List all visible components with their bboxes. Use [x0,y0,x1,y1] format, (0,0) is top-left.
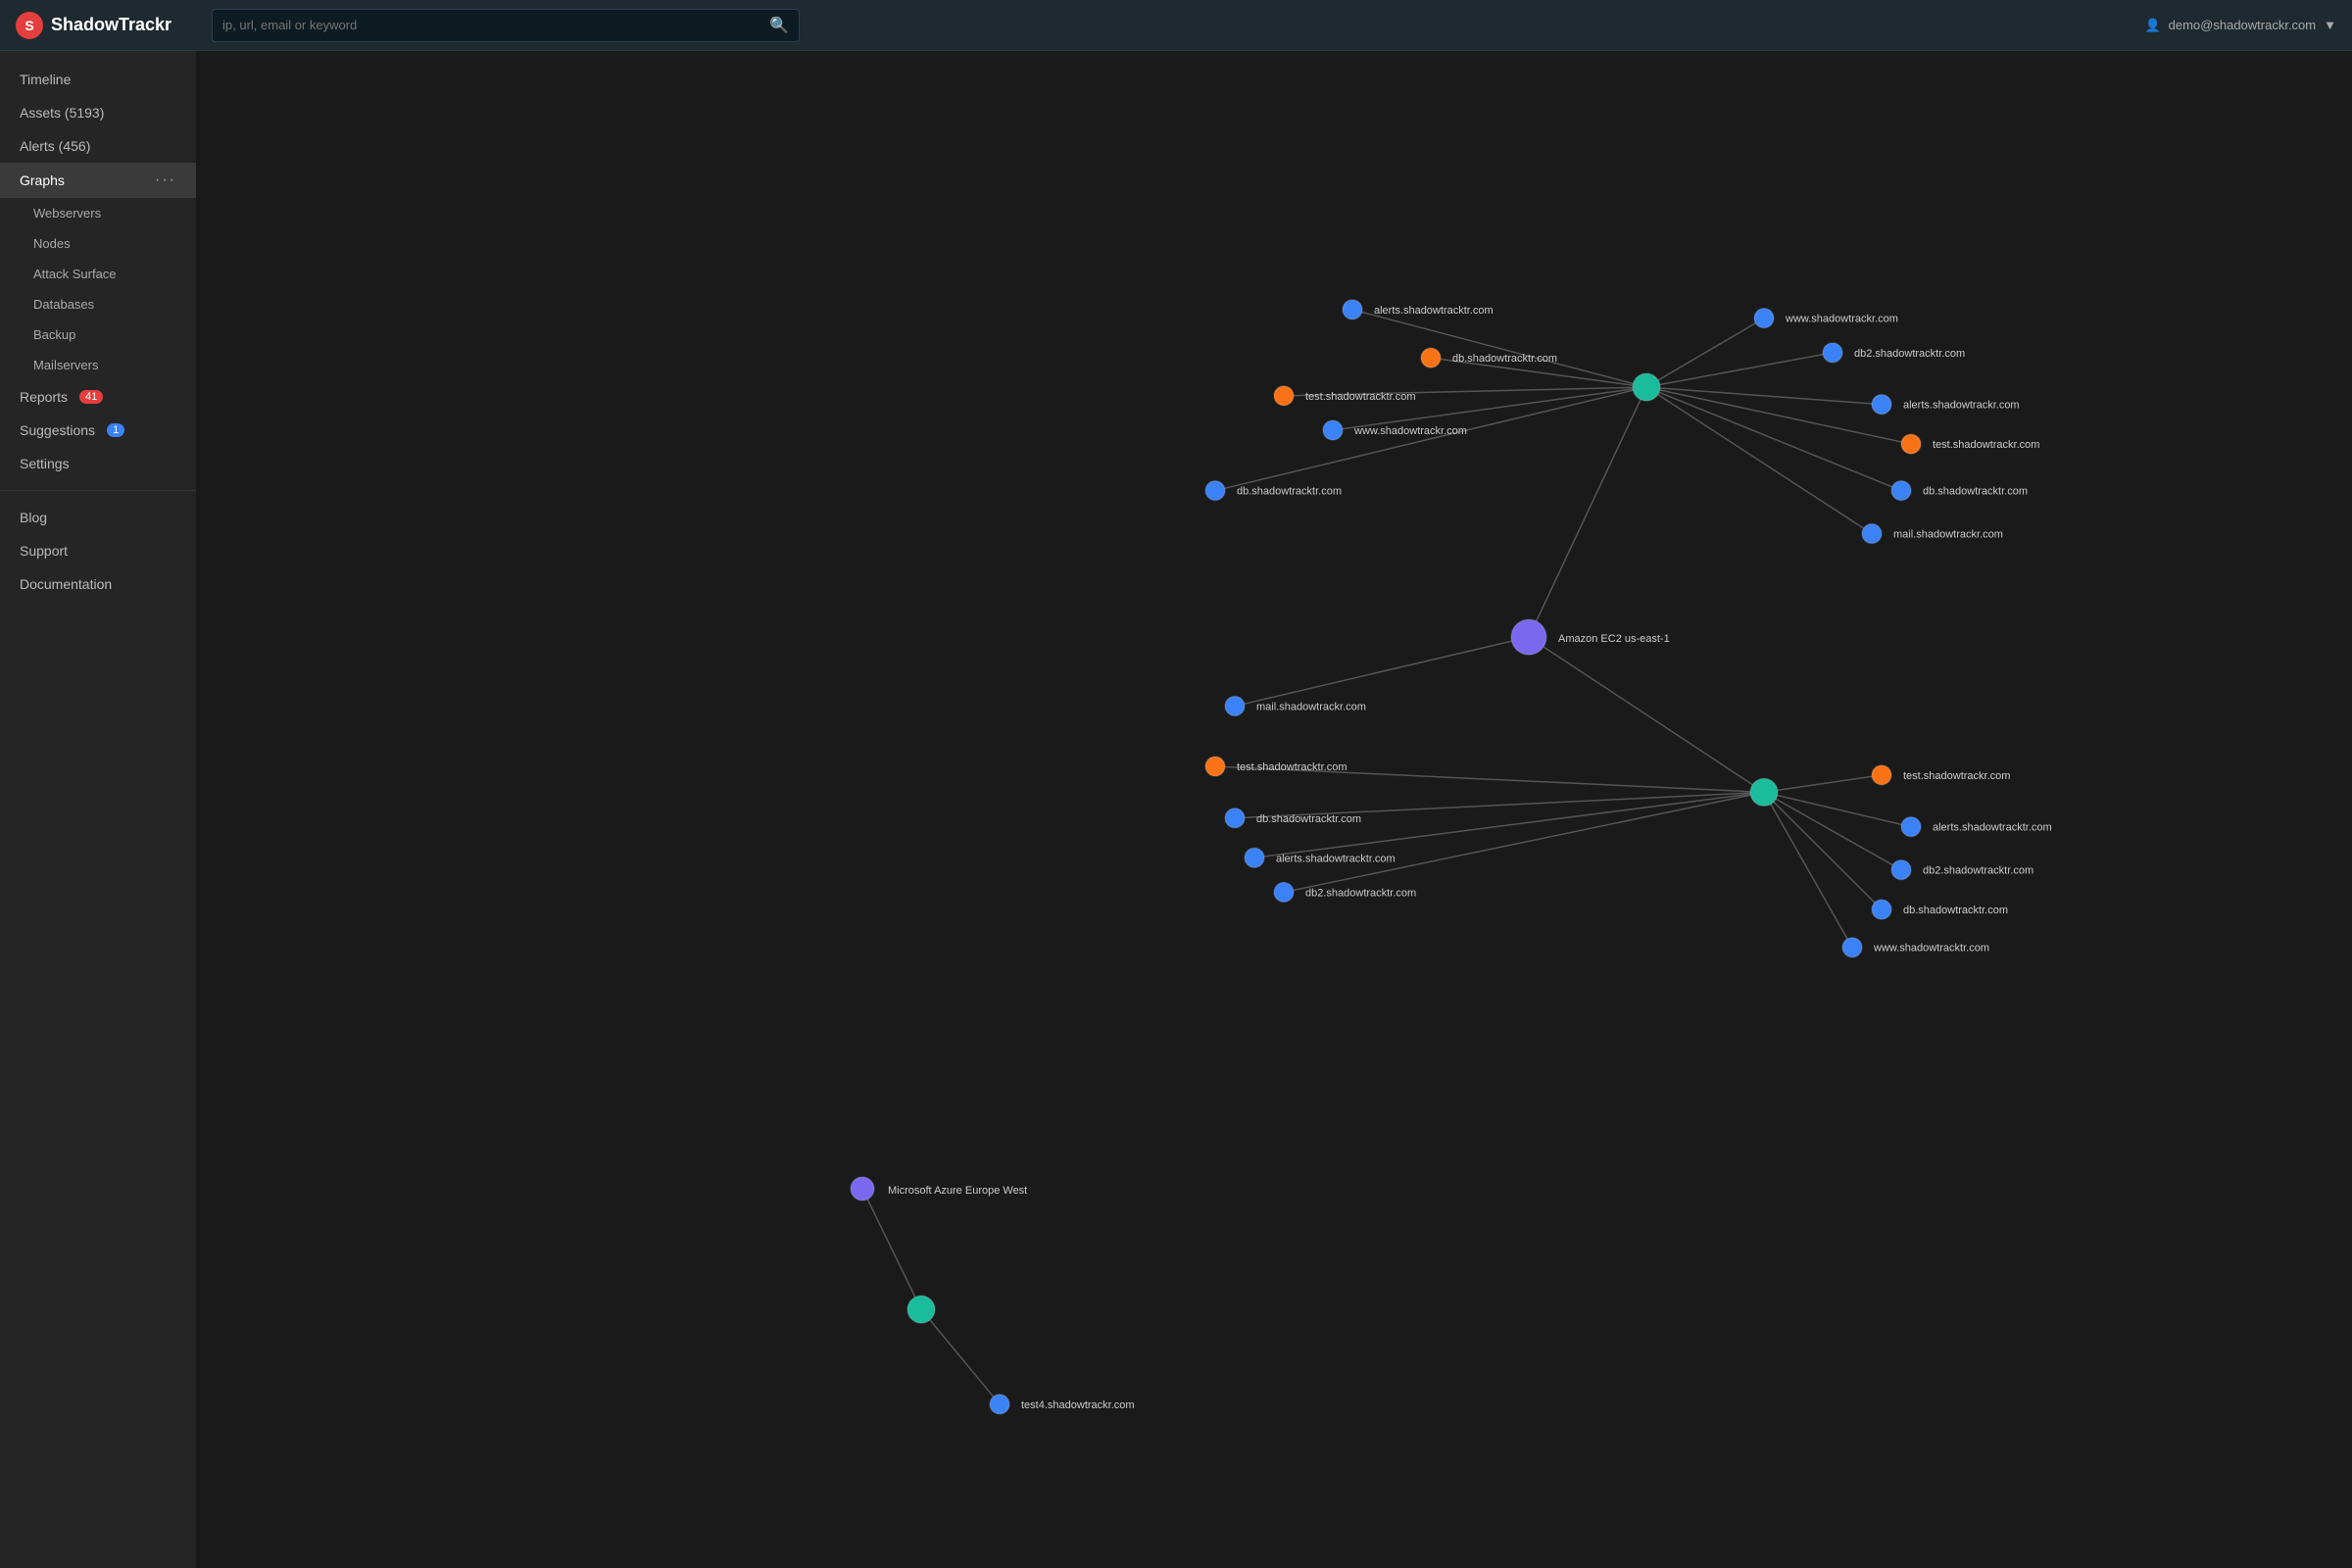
graph-svg: Amazon EC2 us-east-1 Microsoft Azure Euro… [196,51,2352,1568]
svg-text:Amazon EC2 us-east-1: Amazon EC2 us-east-1 [1558,633,1670,645]
sidebar-item-webservers[interactable]: Webservers [0,198,196,228]
sidebar-item-alerts[interactable]: Alerts (456) [0,129,196,163]
svg-text:alerts.shadowtracktr.com: alerts.shadowtracktr.com [1933,822,2052,834]
graphs-menu-icon[interactable]: ··· [155,172,176,189]
reports-badge: 41 [79,390,103,404]
svg-text:mail.shadowtrackr.com: mail.shadowtrackr.com [1256,701,1366,712]
sidebar-item-backup[interactable]: Backup [0,319,196,350]
user-area[interactable]: 👤 demo@shadowtrackr.com ▼ [2144,18,2336,33]
svg-text:db.shadowtracktr.com: db.shadowtracktr.com [1923,486,2028,498]
svg-text:test.shadowtrackr.com: test.shadowtrackr.com [1903,770,2010,782]
svg-text:alerts.shadowtrackr.com: alerts.shadowtrackr.com [1903,400,2020,412]
sidebar-item-blog[interactable]: Blog [0,501,196,534]
svg-text:db2.shadowtracktr.com: db2.shadowtracktr.com [1854,348,1965,360]
search-icon[interactable]: 🔍 [769,16,789,35]
svg-text:www.shadowtrackr.com: www.shadowtrackr.com [1785,314,1898,325]
sidebar-divider [0,490,196,491]
user-icon: 👤 [2144,18,2160,33]
sidebar-item-reports[interactable]: Reports 41 [0,380,196,414]
svg-text:test.shadowtrackr.com: test.shadowtrackr.com [1933,439,2039,451]
svg-text:db.shadowtracktr.com: db.shadowtracktr.com [1256,813,1361,825]
svg-text:db.shadowtracktr.com: db.shadowtracktr.com [1237,486,1342,498]
svg-text:Microsoft Azure Europe West: Microsoft Azure Europe West [888,1185,1027,1197]
assets-label: Assets (5193) [20,105,104,121]
sidebar-item-documentation[interactable]: Documentation [0,567,196,601]
sidebar-item-assets[interactable]: Assets (5193) [0,96,196,129]
canvas-area[interactable]: Amazon EC2 us-east-1 Microsoft Azure Euro… [196,51,2352,1568]
dropdown-icon[interactable]: ▼ [2324,18,2336,32]
svg-text:db.shadowtracktr.com: db.shadowtracktr.com [1903,905,2008,916]
sidebar-item-databases[interactable]: Databases [0,289,196,319]
sidebar-item-nodes[interactable]: Nodes [0,228,196,259]
svg-text:db.shadowtracktr.com: db.shadowtracktr.com [1452,353,1557,365]
logo-icon: S [16,12,43,39]
sidebar-item-support[interactable]: Support [0,534,196,567]
sidebar-item-suggestions[interactable]: Suggestions 1 [0,414,196,447]
graph-canvas: Amazon EC2 us-east-1 Microsoft Azure Euro… [196,51,2352,1568]
graphs-label: Graphs [20,172,65,188]
search-input[interactable] [222,18,769,32]
sidebar: Timeline Assets (5193) Alerts (456) Grap… [0,51,196,1568]
logo-text: ShadowTrackr [51,15,172,35]
timeline-label: Timeline [20,72,71,87]
svg-text:db2.shadowtracktr.com: db2.shadowtracktr.com [1923,865,2034,877]
alerts-label: Alerts (456) [20,138,90,154]
svg-text:www.shadowtracktr.com: www.shadowtracktr.com [1873,943,1989,955]
sidebar-graphs-section[interactable]: Graphs ··· [0,163,196,198]
svg-text:alerts.shadowtracktr.com: alerts.shadowtracktr.com [1374,305,1494,317]
svg-text:test.shadowtracktr.com: test.shadowtracktr.com [1237,761,1348,773]
svg-text:alerts.shadowtracktr.com: alerts.shadowtracktr.com [1276,853,1396,864]
main-layout: Timeline Assets (5193) Alerts (456) Grap… [0,51,2352,1568]
svg-text:test.shadowtracktr.com: test.shadowtracktr.com [1305,391,1416,403]
svg-text:test4.shadowtrackr.com: test4.shadowtrackr.com [1021,1399,1135,1411]
svg-text:db2.shadowtracktr.com: db2.shadowtracktr.com [1305,887,1416,899]
svg-text:www.shadowtrackr.com: www.shadowtrackr.com [1353,425,1467,437]
search-bar[interactable]: 🔍 [212,9,800,42]
user-email: demo@shadowtrackr.com [2169,18,2316,32]
svg-text:mail.shadowtrackr.com: mail.shadowtrackr.com [1893,529,2003,541]
sidebar-item-timeline[interactable]: Timeline [0,63,196,96]
sidebar-item-attack-surface[interactable]: Attack Surface [0,259,196,289]
logo-area: S ShadowTrackr [16,12,192,39]
sidebar-item-mailservers[interactable]: Mailservers [0,350,196,380]
sidebar-item-settings[interactable]: Settings [0,447,196,480]
header: S ShadowTrackr 🔍 👤 demo@shadowtrackr.com… [0,0,2352,51]
suggestions-badge: 1 [107,423,124,437]
